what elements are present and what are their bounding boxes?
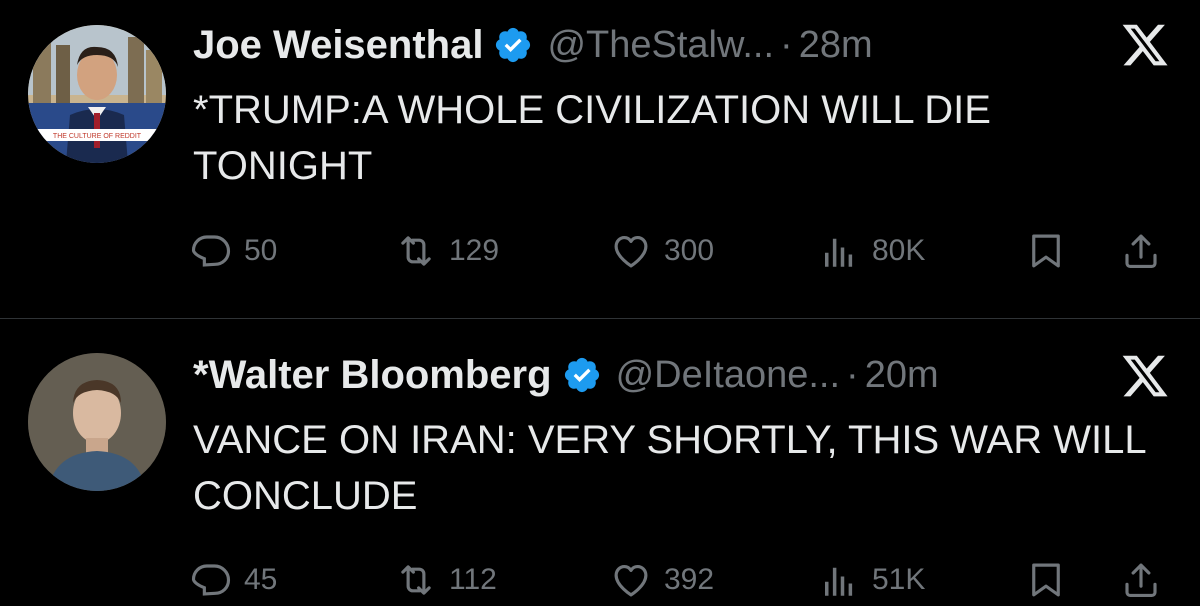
share-icon <box>1125 563 1157 597</box>
svg-text:THE CULTURE OF REDDIT: THE CULTURE OF REDDIT <box>53 133 142 140</box>
tweet-header: *Walter Bloomberg @DeItaone... · 20m <box>193 345 939 405</box>
author-name[interactable]: Joe Weisenthal <box>193 23 483 68</box>
separator-dot: · <box>780 23 793 66</box>
share-button[interactable] <box>1120 555 1162 605</box>
retweet-icon <box>401 565 431 595</box>
bookmark-icon <box>1032 234 1060 268</box>
heart-icon <box>614 564 648 597</box>
verified-badge-icon <box>564 357 599 393</box>
reply-count: 45 <box>244 563 278 596</box>
like-button[interactable]: 392 <box>610 555 714 605</box>
reply-icon <box>191 235 231 267</box>
verified-badge-icon <box>496 27 531 63</box>
timestamp[interactable]: 20m <box>865 354 939 397</box>
avatar[interactable] <box>28 353 166 491</box>
tweet-header: Joe Weisenthal @TheStalw... · 28m <box>193 15 873 75</box>
tweet-text: *TRUMP:A WHOLE CIVILIZATION WILL DIE TON… <box>193 88 991 188</box>
avatar[interactable]: THE CULTURE OF REDDIT <box>28 25 166 163</box>
like-count: 392 <box>664 563 715 596</box>
tweet-text: VANCE ON IRAN: VERY SHORTLY, THIS WAR WI… <box>193 418 1146 518</box>
views-button[interactable]: 80K <box>818 226 925 276</box>
views-button[interactable]: 51K <box>818 555 925 605</box>
share-icon <box>1125 234 1157 268</box>
retweet-button[interactable]: 112 <box>395 555 497 605</box>
heart-icon <box>614 235 648 268</box>
tweet[interactable]: THE CULTURE OF REDDIT Joe Weisenthal @Th… <box>0 0 1200 318</box>
views-icon <box>825 567 853 596</box>
reply-icon <box>191 564 231 596</box>
view-count: 80K <box>872 234 926 267</box>
like-button[interactable]: 300 <box>610 226 714 276</box>
reply-count: 50 <box>244 234 278 267</box>
view-count: 51K <box>872 563 926 596</box>
avatar-image: THE CULTURE OF REDDIT <box>28 25 166 163</box>
author-name[interactable]: *Walter Bloomberg <box>193 353 552 398</box>
reply-button[interactable]: 45 <box>190 555 277 605</box>
tweet-actions: 45 112 392 51K <box>190 555 1170 605</box>
like-count: 300 <box>664 234 715 267</box>
timestamp[interactable]: 28m <box>799 24 873 67</box>
avatar-image <box>28 353 166 491</box>
bookmark-button[interactable] <box>1025 226 1067 276</box>
reply-button[interactable]: 50 <box>190 226 277 276</box>
separator-dot: · <box>846 353 859 396</box>
share-button[interactable] <box>1120 226 1162 276</box>
bookmark-icon <box>1032 563 1060 597</box>
tweet[interactable]: *Walter Bloomberg @DeItaone... · 20m VAN… <box>0 319 1200 606</box>
x-logo-icon <box>1122 24 1168 66</box>
retweet-button[interactable]: 129 <box>395 226 499 276</box>
bookmark-button[interactable] <box>1025 555 1067 605</box>
tweet-actions: 50 129 300 80K <box>190 226 1170 276</box>
author-handle[interactable]: @DeItaone... <box>616 354 840 397</box>
author-handle[interactable]: @TheStalw... <box>547 24 774 67</box>
x-logo-icon <box>1122 355 1168 397</box>
retweet-icon <box>401 236 431 266</box>
retweet-count: 112 <box>449 563 497 596</box>
retweet-count: 129 <box>449 234 500 267</box>
views-icon <box>825 238 853 267</box>
